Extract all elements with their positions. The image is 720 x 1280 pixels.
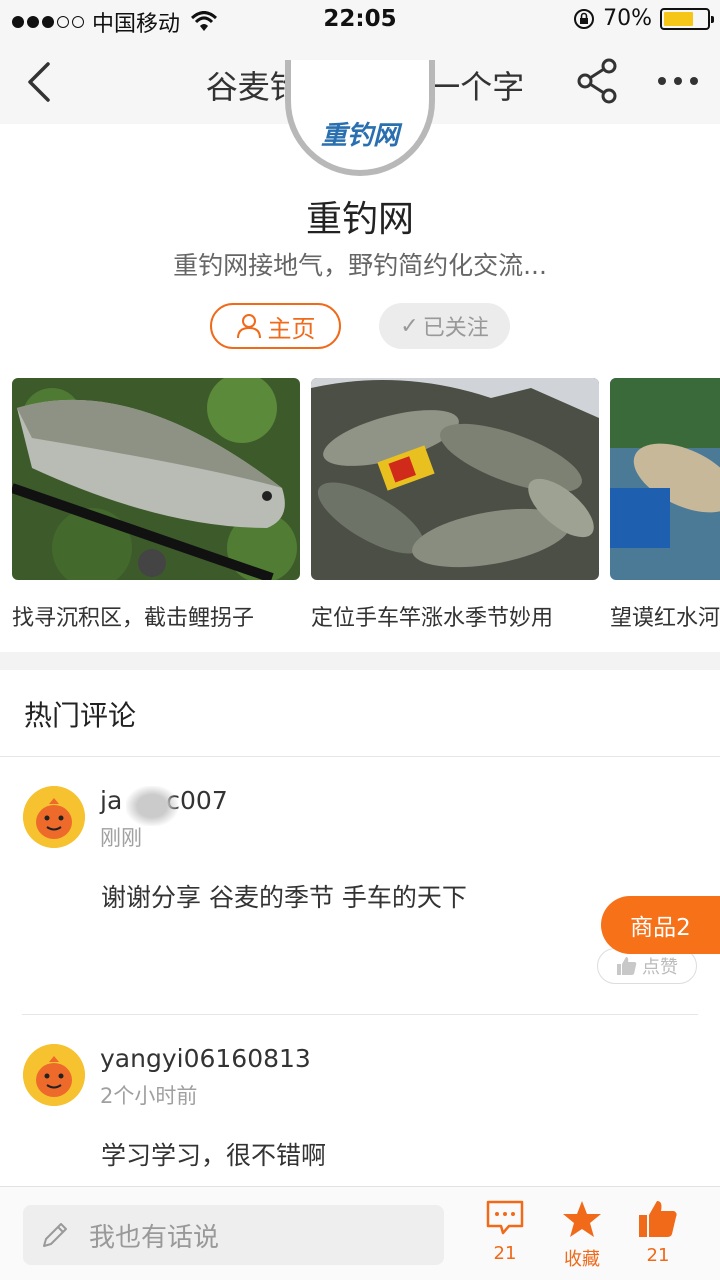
avatar[interactable]	[23, 786, 85, 848]
follow-button[interactable]: ✓ 已关注	[379, 303, 510, 349]
pencil-icon	[43, 1223, 67, 1247]
article-caption: 找寻沉积区，截击鲤拐子	[12, 606, 255, 628]
more-icon[interactable]	[656, 74, 700, 88]
section-divider	[0, 652, 720, 670]
comment-input[interactable]: 我也有话说	[23, 1205, 444, 1265]
profile-description: 重钓网接地气，野钓简约化交流...	[173, 251, 547, 280]
divider	[0, 756, 720, 757]
collect-label: 收藏	[564, 1249, 600, 1270]
rotation-lock-icon	[574, 8, 595, 29]
article-caption: 望谟红水河	[610, 606, 720, 628]
collect-button[interactable]: 收藏	[547, 1199, 617, 1271]
comment-divider	[22, 1014, 698, 1015]
comment-text: 学习学习，很不错啊	[101, 1141, 327, 1170]
related-articles: 找寻沉积区，截击鲤拐子 定位手车竿涨水季节妙用 望谟红水河	[0, 378, 720, 628]
goods-tag-button[interactable]: 商品2	[601, 896, 720, 954]
article-thumbnail	[610, 378, 720, 580]
comment-count: 21	[493, 1243, 517, 1264]
comment-text: 谢谢分享 谷麦的季节 手车的天下	[101, 883, 467, 912]
comments-button[interactable]: 21	[470, 1199, 540, 1264]
battery-icon	[660, 7, 714, 30]
avatar[interactable]	[23, 1044, 85, 1106]
comment-username[interactable]: yangyi06160813	[100, 1044, 311, 1073]
status-right: 70%	[573, 6, 714, 31]
user-icon	[236, 314, 261, 339]
article-card[interactable]: 望谟红水河	[610, 378, 720, 628]
profile-name: 重钓网	[305, 199, 414, 240]
comment-input-placeholder: 我也有话说	[89, 1222, 220, 1253]
like-button-bottom[interactable]: 21	[623, 1199, 693, 1266]
article-card[interactable]: 定位手车竿涨水季节妙用	[311, 378, 599, 628]
article-card[interactable]: 找寻沉积区，截击鲤拐子	[10, 378, 300, 628]
comment-icon	[486, 1200, 524, 1235]
article-caption: 定位手车竿涨水季节妙用	[311, 606, 554, 628]
like-count: 21	[646, 1245, 670, 1266]
article-thumbnail	[311, 378, 599, 580]
status-bar: 中国移动 22:05 70%	[0, 0, 720, 40]
thumbs-up-icon	[639, 1201, 677, 1237]
home-button-label: 主页	[267, 314, 316, 343]
back-arrow-icon[interactable]	[20, 58, 60, 106]
thumbs-up-icon	[617, 957, 637, 975]
like-label: 点赞	[642, 957, 678, 978]
share-icon[interactable]	[576, 58, 620, 104]
follow-button-label: 已关注	[422, 316, 489, 341]
hot-comments-title: 热门评论	[24, 699, 137, 732]
logo-text: 重钓网	[320, 121, 399, 151]
redaction-blur	[126, 786, 178, 826]
star-icon	[563, 1201, 601, 1237]
check-icon: ✓	[400, 313, 419, 339]
comment-time: 2个小时前	[100, 1084, 198, 1108]
profile-logo: 重钓网	[285, 60, 435, 176]
article-thumbnail	[10, 378, 300, 588]
home-button[interactable]: 主页	[210, 303, 341, 349]
battery-percent: 70%	[603, 6, 652, 31]
comment-time: 刚刚	[100, 826, 142, 850]
bottom-bar: 我也有话说 21 收藏 21	[0, 1186, 720, 1280]
